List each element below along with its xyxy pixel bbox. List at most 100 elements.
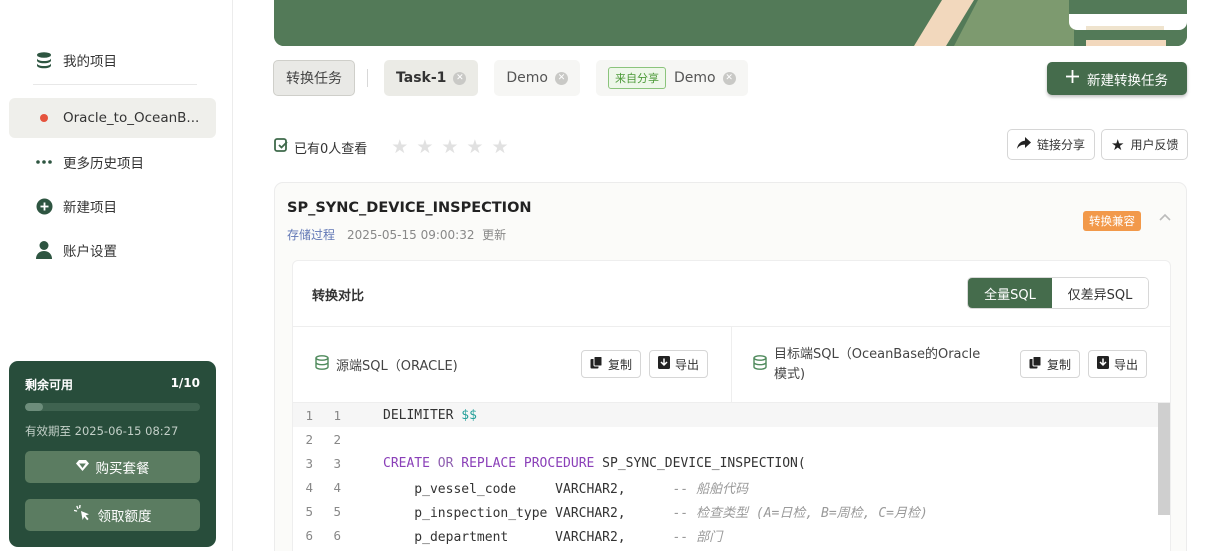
claim-quota-button[interactable]: 领取额度 [25,499,200,531]
line-number: 4 [333,479,341,495]
tab-task-1[interactable]: Task-1 ✕ [384,60,479,96]
download-icon [1097,356,1109,372]
diamond-icon [75,459,89,475]
tab-label: Task-1 [396,70,447,86]
divider [367,69,368,87]
database-icon [34,50,54,70]
convert-task-button[interactable]: 转换任务 [273,60,355,96]
copy-source-button[interactable]: 复制 [581,350,642,378]
code-line: 5 5 p_inspection_type VARCHAR2, -- 检查类型 (… [293,499,1170,523]
procedure-meta: 存储过程 2025-05-15 09:00:32 更新 [287,226,506,243]
procedure-card: SP_SYNC_DEVICE_INSPECTION 存储过程 2025-05-1… [274,182,1187,551]
line-number: 5 [333,503,341,519]
download-icon [658,356,670,372]
close-icon[interactable]: ✕ [555,71,568,85]
line-number: 6 [305,527,313,543]
full-sql-button[interactable]: 全量SQL [968,278,1052,308]
top-banner [274,0,1187,46]
line-number: 2 [305,431,313,447]
ellipsis-icon [34,152,54,172]
quota-progress-bar [25,403,200,411]
export-source-button[interactable]: 导出 [649,350,709,378]
task-tabs: 转换任务 Task-1 ✕ Demo ✕ 来自分享 Demo ✕ [273,59,764,97]
line-number: 5 [305,503,313,519]
divider [731,327,732,403]
chevron-up-icon[interactable] [1159,209,1171,225]
sidebar-item-account[interactable]: 账户设置 [9,230,216,270]
line-number: 2 [333,431,341,447]
code-line: 6 6 p_department VARCHAR2, -- 部门 [293,523,1170,547]
compat-badge: 转换兼容 [1083,211,1141,231]
sql-mode-toggle: 全量SQL 仅差异SQL [967,277,1149,309]
share-link-button[interactable]: 链接分享 [1007,129,1096,160]
line-number: 1 [333,407,341,423]
sql-panes-header: 源端SQL（ORACLE) 复制 导出 目标端SQL（OceanBase的Ora… [293,327,1170,403]
line-number: 3 [305,455,313,471]
line-number: 6 [333,527,341,543]
buy-plan-label: 购买套餐 [95,461,150,477]
code-text: CREATE OR REPLACE PROCEDURE SP_SYNC_DEVI… [383,455,806,471]
sidebar-item-new-project[interactable]: 新建项目 [9,186,216,226]
line-number: 1 [305,407,313,423]
feedback-label: 用户反馈 [1130,138,1179,152]
star-icon[interactable]: ★ [466,136,483,158]
procedure-title: SP_SYNC_DEVICE_INSPECTION [287,200,532,216]
sidebar-item-label: 我的项目 [63,54,117,70]
star-icon[interactable]: ★ [416,136,433,158]
copy-target-button[interactable]: 复制 [1020,350,1081,378]
quota-title: 剩余可用 [25,378,74,392]
quota-progress-fill [25,403,43,411]
export-target-button[interactable]: 导出 [1088,350,1148,378]
feedback-button[interactable]: ★ 用户反馈 [1101,129,1189,160]
star-icon[interactable]: ★ [441,136,458,158]
quota-count: 1/10 [170,376,200,390]
copy-icon [590,356,603,372]
source-sql-label: 源端SQL（ORACLE) [315,355,458,374]
database-icon [315,355,329,374]
code-line: 4 4 p_vessel_code VARCHAR2, -- 船舶代码 [293,475,1170,499]
sidebar-item-label: 更多历史项目 [63,156,144,172]
quota-expire: 有效期至 2025-06-15 08:27 [25,424,179,438]
sparkle-click-icon [73,504,91,526]
viewer-icon [274,138,288,156]
tab-label: Demo [674,70,716,86]
target-sql-label: 目标端SQL（OceanBase的Oracle模式) [753,345,985,385]
star-icon: ★ [1111,135,1125,154]
sidebar-item-my-projects[interactable]: 我的项目 [9,40,216,80]
code-text: p_vessel_code VARCHAR2, -- 船舶代码 [383,481,749,497]
tab-demo-shared[interactable]: 来自分享 Demo ✕ [596,60,748,96]
buy-plan-button[interactable]: 购买套餐 [25,451,200,483]
code-line: 1 1 DELIMITER $$ [293,403,1170,427]
sidebar: 我的项目 Oracle_to_OceanB... 更多历史项目 新建项目 账户设… [0,0,233,551]
star-icon[interactable]: ★ [491,136,508,158]
share-icon [1017,137,1031,152]
tab-demo[interactable]: Demo ✕ [494,60,580,96]
star-rating[interactable]: ★ ★ ★ ★ ★ [391,136,508,158]
new-task-label: 新建转换任务 [1087,72,1168,89]
code-line: 22 [293,427,1170,451]
sql-code-view[interactable]: 1 1 DELIMITER $$ 2 2 3 3 CREATE OR REPLACE PROC… [293,403,1170,551]
database-icon [753,355,767,374]
plus-icon [1066,70,1079,87]
close-icon[interactable]: ✕ [453,71,467,85]
updated-time: 2025-05-15 09:00:32 更新 [347,228,507,242]
close-icon[interactable]: ✕ [722,71,736,85]
sidebar-item-label: Oracle_to_OceanB... [63,110,200,126]
sidebar-item-history[interactable]: 更多历史项目 [9,142,216,182]
scrollbar[interactable] [1158,403,1170,515]
object-type: 存储过程 [287,228,336,242]
new-convert-task-button[interactable]: 新建转换任务 [1047,62,1187,95]
code-text: p_inspection_type VARCHAR2, -- 检查类型 (A=日… [383,505,928,521]
sidebar-item-label: 新建项目 [63,200,117,216]
star-icon[interactable]: ★ [391,136,408,158]
user-icon [34,240,54,260]
quota-panel: 剩余可用 1/10 有效期至 2025-06-15 08:27 购买套餐 领取额… [9,361,216,547]
claim-quota-label: 领取额度 [97,509,152,525]
shared-tag: 来自分享 [608,67,666,89]
diff-sql-button[interactable]: 仅差异SQL [1052,278,1148,308]
plus-circle-icon [34,196,54,216]
code-text: p_department VARCHAR2, -- 部门 [383,529,723,545]
sidebar-item-current-project[interactable]: Oracle_to_OceanB... [9,98,216,138]
share-label: 链接分享 [1037,138,1086,152]
line-number: 4 [305,479,313,495]
